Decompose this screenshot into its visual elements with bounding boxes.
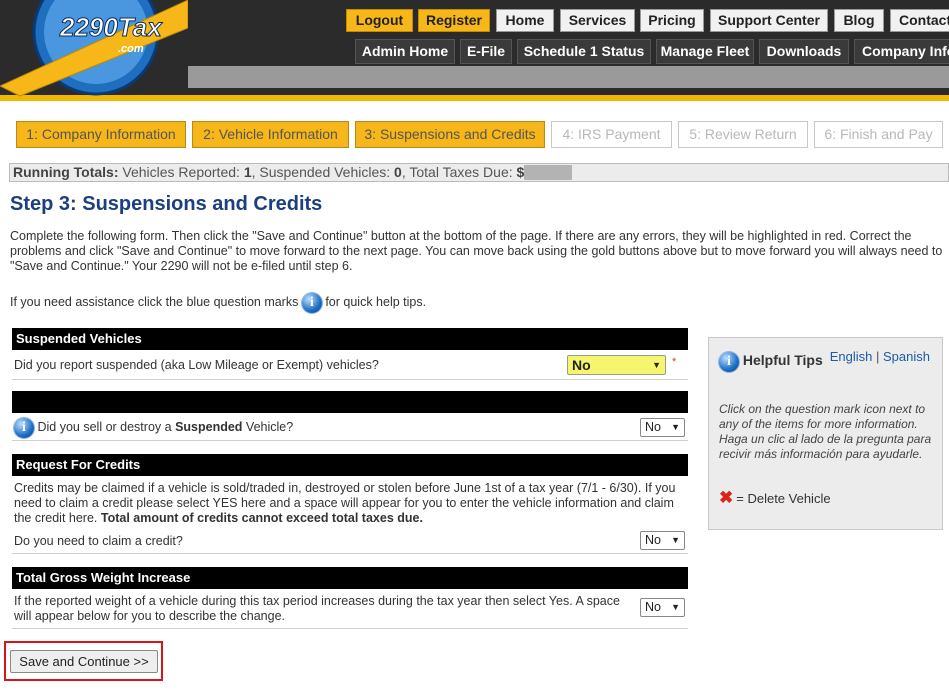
delete-vehicle-label: = Delete Vehicle	[736, 491, 831, 506]
assistance-text-before: If you need assistance click the blue qu…	[10, 295, 299, 309]
chevron-down-icon: ▼	[671, 535, 680, 545]
nav-admin-home-button[interactable]: Admin Home	[355, 39, 455, 64]
page-title: Step 3: Suspensions and Credits	[10, 193, 323, 215]
intro-text: Complete the following form. Then click …	[10, 229, 943, 273]
step-6-finish-pay: 6: Finish and Pay	[814, 121, 943, 148]
language-spanish-link[interactable]: Spanish	[883, 349, 930, 364]
totals-taxes-masked-value	[524, 165, 573, 180]
chevron-down-icon: ▼	[652, 360, 661, 370]
step-2-vehicle-information[interactable]: 2: Vehicle Information	[192, 121, 349, 148]
request-credits-note: Total amount of credits cannot exceed to…	[100, 511, 423, 525]
help-question-icon[interactable]: i	[14, 417, 34, 438]
logo-text: 2290Tax	[59, 12, 163, 42]
totals-suspended-count: 0	[394, 164, 402, 180]
nav-support-center-button[interactable]: Support Center	[710, 9, 828, 32]
helpful-tips-panel: i Helpful Tips English | Spanish Click o…	[708, 337, 943, 530]
step-3-suspensions-credits[interactable]: 3: Suspensions and Credits	[355, 121, 545, 148]
nav-register-button[interactable]: Register	[418, 9, 490, 32]
step-1-company-information[interactable]: 1: Company Information	[16, 121, 186, 148]
sold-destroyed-question-before: Did you sell or destroy a	[37, 420, 172, 434]
weight-increase-header: Total Gross Weight Increase	[12, 567, 688, 589]
nav-downloads-button[interactable]: Downloads	[759, 39, 849, 64]
nav-company-info-button[interactable]: Company Info	[854, 39, 949, 64]
row-divider	[12, 379, 688, 380]
delete-x-icon: ✖	[719, 488, 734, 507]
running-totals-bar: Running Totals: Vehicles Reported: 1, Su…	[9, 163, 949, 182]
step-4-irs-payment: 4: IRS Payment	[551, 121, 672, 148]
nav-manage-fleet-button[interactable]: Manage Fleet	[656, 39, 754, 64]
nav-efile-button[interactable]: E-File	[460, 39, 512, 64]
header-grey-bar	[188, 66, 949, 88]
language-separator: |	[876, 349, 880, 364]
sold-destroyed-select[interactable]: No ▼	[640, 418, 685, 437]
sold-destroyed-select-value: No	[645, 420, 661, 434]
row-divider	[12, 628, 688, 629]
sold-destroyed-header	[12, 391, 688, 413]
nav-logout-button[interactable]: Logout	[346, 9, 413, 32]
assistance-text: If you need assistance click the blue qu…	[10, 291, 426, 313]
nav-home-button[interactable]: Home	[496, 9, 554, 32]
nav-pricing-button[interactable]: Pricing	[640, 9, 704, 32]
nav-services-button[interactable]: Services	[560, 9, 635, 32]
language-english-link[interactable]: English	[830, 349, 873, 364]
sold-destroyed-question-bold: Suspended	[175, 420, 243, 434]
help-question-icon: i	[719, 352, 739, 372]
claim-credit-select-value: No	[645, 533, 661, 547]
totals-suspended-text: , Suspended Vehicles:	[251, 164, 391, 180]
request-credits-text: Credits may be claimed if a vehicle is s…	[14, 481, 686, 526]
logo-subtext: .com	[118, 43, 144, 55]
totals-vehicles-text: Vehicles Reported:	[122, 164, 240, 180]
weight-increase-select[interactable]: No ▼	[640, 598, 685, 617]
claim-credit-question: Do you need to claim a credit?	[14, 534, 183, 548]
claim-credit-select[interactable]: No ▼	[640, 531, 685, 550]
totals-taxes-text: , Total Taxes Due:	[401, 164, 513, 180]
chevron-down-icon: ▼	[671, 602, 680, 612]
weight-increase-select-value: No	[645, 600, 661, 614]
totals-currency: $	[516, 164, 525, 180]
helpful-tips-text: Click on the question mark icon next to …	[719, 402, 932, 461]
row-divider	[12, 440, 688, 441]
nav-schedule1-status-button[interactable]: Schedule 1 Status	[517, 39, 651, 64]
step-5-review-return: 5: Review Return	[678, 121, 808, 148]
required-marker: *	[672, 356, 677, 368]
nav-contact-button[interactable]: Contact	[890, 9, 949, 32]
nav-blog-button[interactable]: Blog	[834, 9, 884, 32]
language-switcher: English | Spanish	[830, 349, 930, 364]
request-credits-header: Request For Credits	[12, 454, 688, 476]
sold-destroyed-question-after: Vehicle?	[245, 420, 294, 434]
totals-label: Running Totals:	[13, 164, 119, 180]
chevron-down-icon: ▼	[671, 422, 680, 432]
help-question-icon: i	[301, 292, 322, 313]
totals-vehicles-count: 1	[243, 164, 252, 180]
suspended-vehicles-select[interactable]: No ▼	[567, 355, 666, 375]
sold-destroyed-row: i Did you sell or destroy a Suspended Ve…	[14, 416, 293, 438]
weight-increase-text: If the reported weight of a vehicle duri…	[14, 594, 620, 623]
helpful-tips-title: i Helpful Tips	[719, 352, 823, 372]
suspended-vehicles-select-value: No	[572, 357, 591, 373]
row-divider	[12, 553, 688, 554]
assistance-text-after: for quick help tips.	[325, 295, 427, 309]
helpful-tips-title-text: Helpful Tips	[742, 352, 823, 368]
site-logo[interactable]: 2290Tax .com	[0, 0, 188, 110]
save-and-continue-button[interactable]: Save and Continue >>	[10, 650, 158, 673]
suspended-vehicles-question: Did you report suspended (aka Low Mileag…	[14, 358, 379, 372]
suspended-vehicles-header: Suspended Vehicles	[12, 328, 688, 350]
delete-vehicle-legend: ✖ = Delete Vehicle	[719, 488, 831, 508]
